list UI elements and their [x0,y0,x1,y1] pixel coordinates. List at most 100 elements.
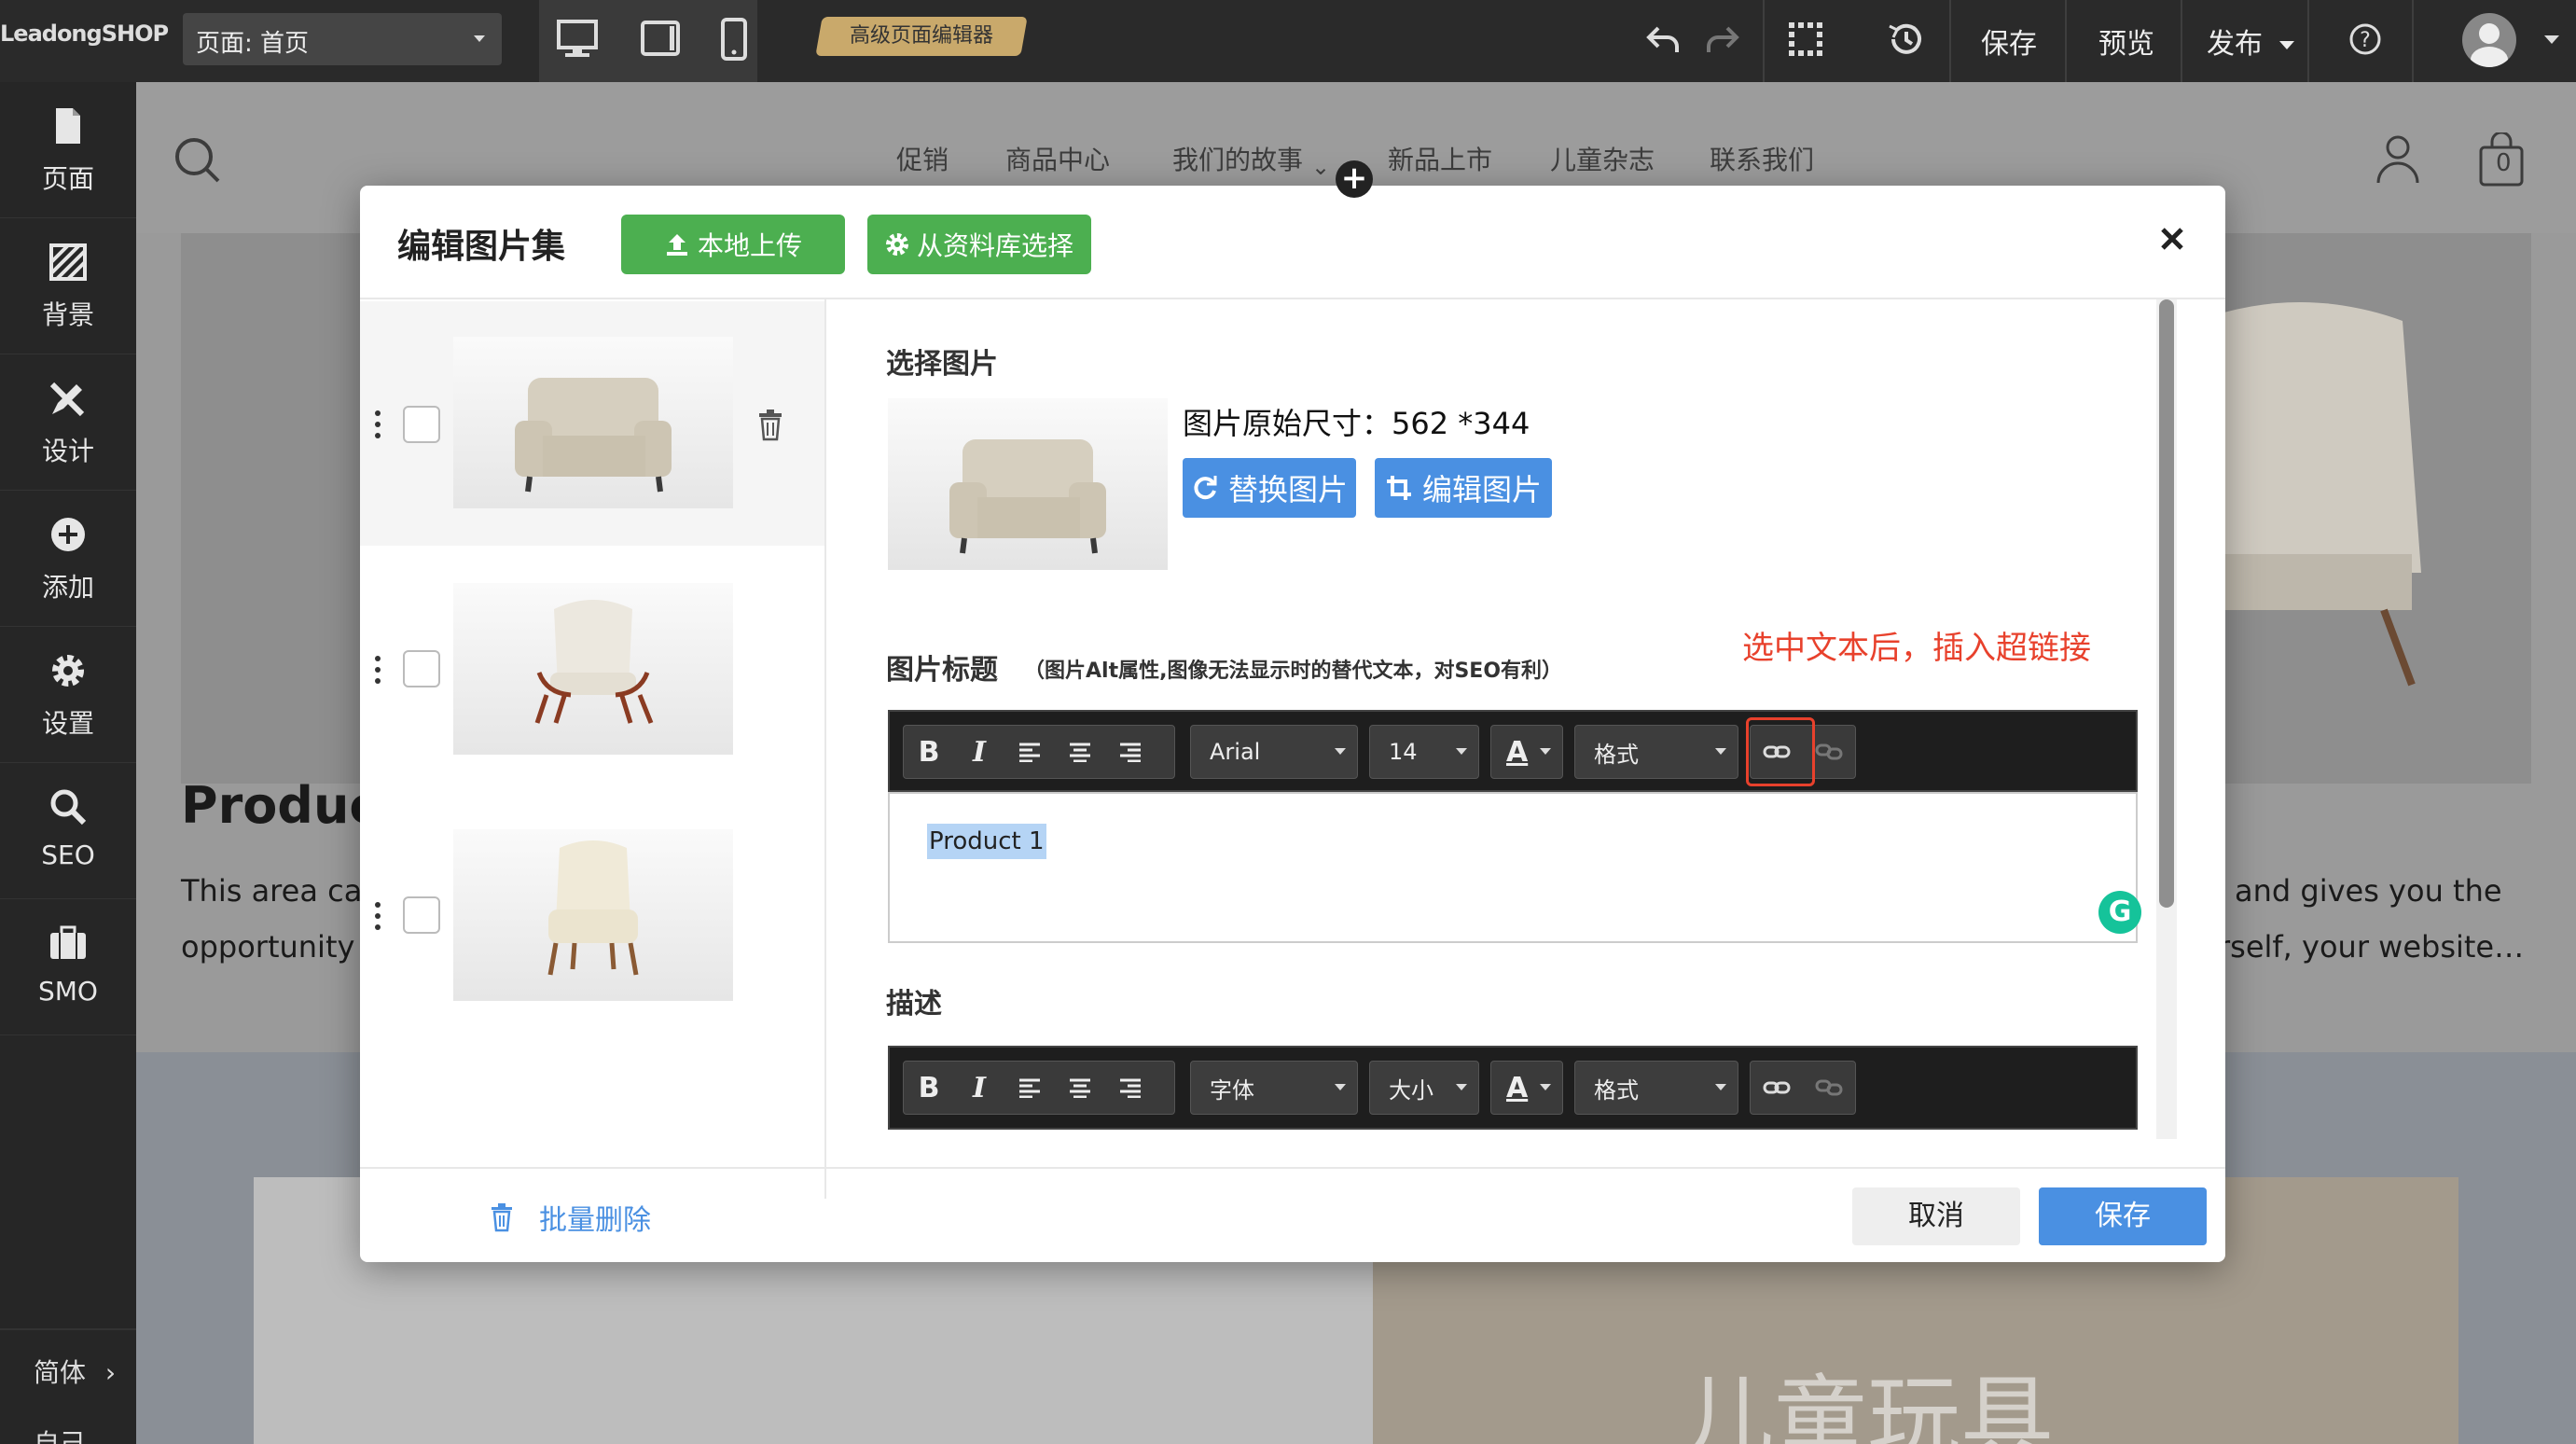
close-icon[interactable] [2158,225,2186,253]
font-family-select[interactable]: Arial [1190,725,1358,779]
list-item[interactable] [360,546,824,792]
tablet-icon[interactable] [640,19,681,60]
align-center-button[interactable] [1055,1062,1105,1114]
editor-sidebar: 页面 背景 设计 添加 设置 SEO SMO 简体 › 自己 [0,82,136,1444]
grid-icon[interactable] [1787,21,1824,58]
drag-handle-icon[interactable] [375,902,381,930]
user-icon[interactable] [2375,132,2421,187]
publish-button[interactable]: 发布 [2207,21,2294,62]
insert-link-button[interactable] [1751,1062,1803,1114]
cancel-button[interactable]: 取消 [1852,1187,2020,1245]
save-top-button[interactable]: 保存 [1981,21,2037,62]
align-right-button[interactable] [1105,1062,1156,1114]
italic-button[interactable]: I [954,726,1004,778]
sidebar-item-smo[interactable]: SMO [0,899,136,1035]
caption-text[interactable]: Product 1 [927,824,1046,859]
nav-link[interactable]: 联系我们 [1710,140,1814,177]
sidebar-item-label: 添加 [41,572,94,603]
nav-link[interactable]: 新品上市 [1388,140,1492,177]
caption-editor[interactable]: Product 1 G [888,792,2141,943]
italic-button[interactable]: I [954,1062,1004,1114]
text-color-button[interactable]: A [1490,725,1563,779]
help-icon[interactable]: ? [2348,22,2382,56]
chevron-down-icon [1456,748,1467,755]
thumbnail-image[interactable] [453,583,733,755]
add-section-icon[interactable]: + [1336,160,1373,198]
item-checkbox[interactable] [403,650,440,687]
bold-button[interactable]: B [904,726,954,778]
scrollbar-thumb[interactable] [2159,299,2174,908]
list-item[interactable] [360,301,824,546]
desktop-icon[interactable] [556,19,599,60]
mobile-icon[interactable] [720,17,748,62]
history-icon[interactable] [1886,21,1923,58]
language-switch[interactable]: 简体 › [34,1353,116,1390]
align-right-button[interactable] [1105,726,1156,778]
add-icon [51,518,85,551]
chevron-down-icon [2278,41,2294,49]
local-upload-button[interactable]: 本地上传 [621,215,845,274]
nav-link[interactable]: 促销 [896,140,949,177]
trash-icon[interactable] [755,408,785,441]
format-button-group: B I [903,725,1175,779]
sidebar-item-design[interactable]: 设计 [0,354,136,491]
divider [2065,0,2067,82]
item-checkbox[interactable] [403,406,440,443]
batch-delete-button[interactable]: 批量删除 [489,1197,651,1238]
library-select-label: 从资料库选择 [916,230,1073,261]
nav-link[interactable]: 我们的故事 [1172,140,1303,177]
avatar[interactable] [2462,13,2516,67]
align-center-button[interactable] [1055,726,1105,778]
sidebar-item-page[interactable]: 页面 [0,82,136,218]
align-left-button[interactable] [1004,1062,1055,1114]
drag-handle-icon[interactable] [375,656,381,684]
list-item[interactable] [360,792,824,1038]
font-family-select[interactable]: 字体 [1190,1061,1358,1115]
tufted-chair-image [547,840,639,976]
redo-icon[interactable] [1703,21,1740,58]
link-button-group [1750,1061,1856,1115]
thumbnail-image[interactable] [453,337,733,508]
drag-handle-icon[interactable] [375,410,381,438]
annotation-text: 选中文本后，插入超链接 [1742,630,2091,667]
edit-image-button[interactable]: 编辑图片 [1375,458,1552,518]
unlink-icon [1815,743,1843,760]
sidebar-item-seo[interactable]: SEO [0,763,136,899]
sidebar-item-settings[interactable]: 设置 [0,627,136,763]
align-left-button[interactable] [1004,726,1055,778]
font-size-select[interactable]: 14 [1369,725,1479,779]
sidebar-item-label: 设计 [41,436,94,466]
sidebar-item-add[interactable]: 添加 [0,491,136,627]
divider [0,1328,136,1330]
chevron-down-icon [1335,748,1346,755]
format-select[interactable]: 格式 [1574,725,1738,779]
chevron-down-icon [474,35,485,42]
gear-icon [885,233,908,256]
advanced-editor-badge[interactable]: 高级页面编辑器 [815,17,1028,56]
font-size-value: 14 [1389,739,1418,765]
caption-hint: （图片Alt属性,图像无法显示时的替代文本，对SEO有利） [1024,660,1563,683]
replace-image-button[interactable]: 替换图片 [1183,458,1356,518]
sidebar-bottom-item[interactable]: 自己 [34,1423,86,1444]
sidebar-item-label: 背景 [41,299,94,330]
unlink-button[interactable] [1803,1062,1855,1114]
format-select[interactable]: 格式 [1574,1061,1738,1115]
scrollbar-track[interactable] [2156,299,2177,1139]
thumbnail-image[interactable] [453,829,733,1001]
chevron-down-icon[interactable] [2544,35,2559,44]
library-select-button[interactable]: 从资料库选择 [867,215,1091,274]
font-size-select[interactable]: 大小 [1369,1061,1479,1115]
grammarly-icon[interactable]: G [2098,891,2141,934]
nav-link[interactable]: 商品中心 [1005,140,1110,177]
nav-link[interactable]: 儿童杂志 [1550,140,1655,177]
sidebar-item-background[interactable]: 背景 [0,218,136,354]
save-button[interactable]: 保存 [2039,1187,2207,1245]
preview-button[interactable]: 预览 [2098,21,2154,62]
item-checkbox[interactable] [403,896,440,934]
crop-icon [1386,476,1411,500]
page-select[interactable]: 页面: 首页 [183,13,502,65]
text-color-button[interactable]: A [1490,1061,1563,1115]
bold-button[interactable]: B [904,1062,954,1114]
search-icon[interactable] [172,134,224,187]
undo-icon[interactable] [1645,21,1683,58]
